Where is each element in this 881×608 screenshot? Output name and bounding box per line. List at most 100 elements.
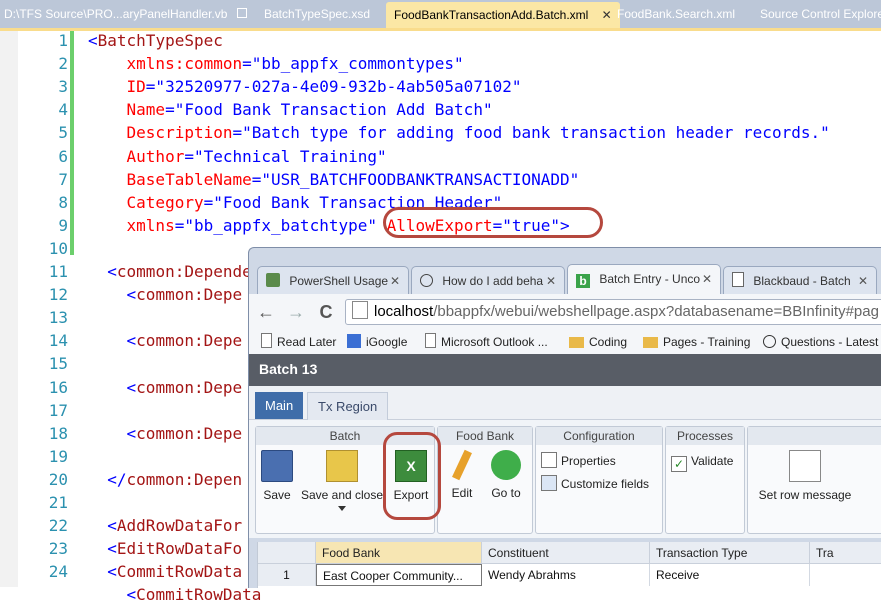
- browser-tab-blackbaud[interactable]: Blackbaud - Batch ✕: [723, 266, 877, 295]
- line-number: 13: [48, 308, 68, 328]
- allowexport-callout: [383, 207, 603, 238]
- code-line: 4 Name="Food Bank Transaction Add Batch": [0, 100, 881, 123]
- code-text: <common:Depende: [88, 262, 252, 281]
- forward-button[interactable]: →: [285, 300, 307, 324]
- code-line: <CommitRowData: [0, 585, 881, 608]
- browser-tab-how-do-i[interactable]: How do I add beha ✕: [411, 266, 565, 295]
- grid-header-tra[interactable]: Tra: [810, 542, 881, 564]
- line-number: 6: [58, 146, 68, 166]
- code-token: CommitRowData: [136, 585, 262, 605]
- batch-grid: Food Bank Constituent Transaction Type T…: [257, 542, 881, 588]
- export-callout: [383, 432, 441, 520]
- save-and-close-button[interactable]: Save and close: [297, 450, 387, 511]
- customize-fields-icon: [541, 475, 557, 491]
- browser-tab-label: Batch Entry - Unco: [599, 272, 701, 286]
- code-text: <common:Depe: [88, 331, 243, 351]
- refresh-button[interactable]: C: [315, 300, 337, 324]
- code-line: 2 xmlns:common="bb_appfx_commontypes": [0, 54, 881, 77]
- code-token: BaseTableName: [88, 169, 252, 189]
- ide-tab-panel-handler[interactable]: D:\TFS Source\PRO...aryPanelHandler.vb: [4, 3, 247, 25]
- validate-button[interactable]: ✓ Validate: [671, 452, 733, 472]
- code-text: <EditRowDataFo: [88, 539, 242, 558]
- bookmark-label: Questions - Latest: [781, 335, 879, 349]
- code-token: Food Bank Transaction Add Batch: [184, 100, 483, 120]
- bookmark-read-later[interactable]: Read Later: [261, 333, 336, 351]
- browser-tab-label: How do I add beha: [442, 274, 544, 288]
- browser-tab-batch-entry[interactable]: b Batch Entry - Unco ✕: [567, 264, 721, 295]
- properties-icon: [541, 452, 557, 468]
- grid-header-food-bank[interactable]: Food Bank: [316, 542, 482, 564]
- line-number: 24: [48, 562, 68, 582]
- close-icon[interactable]: ✕: [702, 265, 712, 293]
- code-token: common:Depe: [136, 423, 243, 443]
- close-icon[interactable]: ✕: [858, 267, 868, 295]
- code-token: common:Depe: [136, 285, 243, 305]
- customize-fields-button[interactable]: Customize fields: [541, 475, 649, 493]
- close-icon[interactable]: ✕: [546, 267, 556, 295]
- code-text: Author="Technical Training": [88, 147, 387, 166]
- grid-cell-transaction-type[interactable]: Receive: [650, 564, 810, 586]
- line-number: 19: [48, 446, 68, 466]
- code-token: ID: [88, 77, 146, 97]
- ribbon-group-title: [748, 427, 881, 445]
- save-label: Save: [263, 488, 291, 502]
- code-token: <: [88, 423, 137, 443]
- lock-icon: [236, 8, 247, 18]
- dropdown-arrow-icon[interactable]: [338, 506, 346, 511]
- code-text: <AddRowDataFor: [88, 516, 242, 535]
- edit-button[interactable]: Edit: [445, 449, 479, 500]
- set-row-message-label: Set row message: [758, 488, 852, 502]
- line-number: 2: [58, 54, 68, 74]
- set-row-message-button[interactable]: Set row message: [753, 450, 857, 502]
- grid-cell-food-bank[interactable]: East Cooper Community...: [316, 564, 482, 586]
- ide-tab-label: Source Control Explorer: [760, 7, 881, 21]
- url-input[interactable]: localhost/bbappfx/webui/webshellpage.asp…: [345, 299, 881, 325]
- bookmark-questions[interactable]: Questions - Latest: [763, 333, 878, 351]
- save-button[interactable]: Save: [261, 450, 293, 502]
- code-token: <: [88, 331, 137, 351]
- line-number: 1: [58, 31, 68, 50]
- code-token: xmlns: [88, 215, 175, 235]
- close-icon[interactable]: ✕: [602, 8, 612, 22]
- page-header: Batch 13: [249, 354, 881, 386]
- bookmark-outlook[interactable]: Microsoft Outlook ...: [425, 333, 548, 351]
- page-icon: [352, 301, 368, 319]
- go-to-button[interactable]: Go to: [485, 450, 527, 500]
- b-logo-icon: b: [576, 274, 590, 288]
- ide-tab-batchtypespec[interactable]: BatchTypeSpec.xsd: [264, 3, 370, 25]
- back-button[interactable]: ←: [255, 300, 277, 324]
- bookmark-pages-training[interactable]: Pages - Training: [643, 333, 750, 351]
- code-token: 32520977-027a-4e09-932b-4ab505a07102: [165, 77, 512, 97]
- code-token: xmlns:common: [88, 54, 243, 74]
- close-icon[interactable]: ✕: [390, 267, 400, 295]
- action-ribbon: Batch Food Bank Configuration Processes …: [249, 420, 881, 538]
- bookmark-label: Microsoft Outlook ...: [441, 335, 548, 349]
- ribbon-group-title: Configuration: [536, 427, 662, 445]
- code-token: Category: [88, 192, 204, 212]
- grid-header-transaction-type[interactable]: Transaction Type: [650, 542, 810, 564]
- code-token: </: [88, 469, 127, 489]
- grid-cell-constituent[interactable]: Wendy Abrahms: [482, 564, 650, 586]
- browser-tab-powershell[interactable]: PowerShell Usage ✕: [257, 266, 409, 295]
- bookmark-label: Pages - Training: [663, 335, 751, 349]
- ide-tab-foodbank-search[interactable]: FoodBank.Search.xml: [617, 3, 735, 25]
- tab-main[interactable]: Main: [255, 392, 304, 419]
- grid-header-rownum[interactable]: [258, 542, 316, 564]
- code-token: bb_appfx_commontypes: [261, 54, 455, 74]
- tab-tx-region[interactable]: Tx Region: [307, 392, 389, 420]
- block-icon: [420, 274, 433, 287]
- ide-tab-foodbank-batch[interactable]: FoodBankTransactionAdd.Batch.xml ✕: [386, 2, 620, 28]
- ide-tab-source-control[interactable]: Source Control Explorer: [760, 3, 881, 25]
- grid-header-constituent[interactable]: Constituent: [482, 542, 650, 564]
- bookmark-coding[interactable]: Coding: [569, 333, 627, 351]
- code-token: Name: [88, 100, 166, 120]
- checkmark-icon: ✓: [671, 456, 687, 472]
- ide-tab-label: FoodBank.Search.xml: [617, 7, 736, 21]
- code-token: =": [242, 54, 262, 74]
- code-line: 7 BaseTableName="USR_BATCHFOODBANKTRANSA…: [0, 170, 881, 193]
- bookmark-igoogle[interactable]: iGoogle: [347, 333, 407, 351]
- google-icon: [347, 334, 361, 348]
- properties-button[interactable]: Properties: [541, 452, 616, 470]
- arrow-right-icon: [491, 450, 521, 480]
- grid-cell-tra[interactable]: [810, 564, 881, 586]
